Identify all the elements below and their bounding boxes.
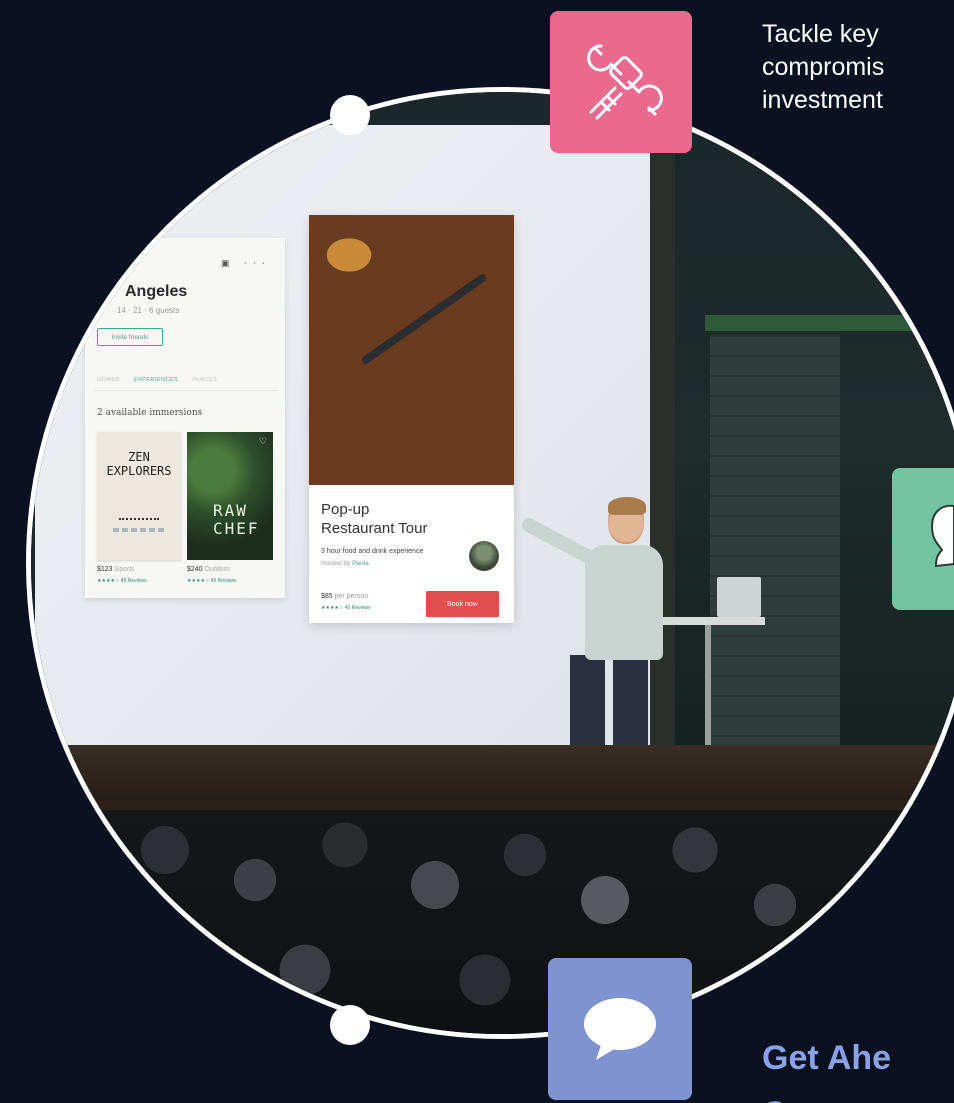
tour-description: 3 hour food and drink experience [321,548,424,555]
book-now-button: Book now [426,591,499,617]
item-price: $123 [97,566,113,573]
item-price-row: $123 Sports [97,566,135,573]
item-price: $240 [187,566,203,573]
intro-text: Tackle key compromis investment [762,18,954,117]
listing-card: ▣ ··· Angeles 14 · 21 · 6 guests Invite … [85,238,285,598]
heart-icon: ♡ [258,436,267,446]
chat-tile [548,958,692,1100]
tab-places: PLACES [192,377,218,383]
listing-tabs: HOMES EXPERIENCES PLACES [97,377,229,383]
intro-line: compromis [762,53,885,81]
laptop [717,577,761,617]
heading-line: Get Ahe [762,1039,892,1077]
audience [31,810,954,1034]
price-unit: per person [334,593,369,600]
water-illustration [113,528,165,532]
page: ▣ ··· Angeles 14 · 21 · 6 guests Invite … [0,0,954,1103]
presenter-hair [608,497,646,515]
heading-line: Conver [762,1086,891,1103]
avatar [469,541,499,571]
ring-dot-bottom [330,1005,370,1045]
section-heading: Get Ahe Conver [762,1030,891,1103]
brick-wall [710,335,840,755]
item-reviews: ★★★★☆ 45 Reviews [187,578,237,584]
tools-tile [550,11,692,153]
person-bubble-icon [930,504,954,568]
tour-host: Hosted by Paola [321,560,369,567]
intro-line: investment [762,86,883,114]
food-image [309,215,514,485]
tab-experiences: EXPERIENCES [133,377,179,383]
green-beam [705,315,954,331]
listing-title: Angeles [125,283,188,300]
people-tile [892,468,954,610]
tab-homes: HOMES [97,377,120,383]
item-reviews: ★★★★☆ 45 Reviews [97,578,147,584]
ring-dot-top [330,95,370,135]
host-prefix: Hosted by [321,560,351,567]
chat-bubble-icon [584,998,656,1060]
item-category: Sports [114,566,135,573]
tour-title: Pop-up Restaurant Tour [321,501,428,537]
host-name: Paola [352,560,369,567]
listing-subtitle: 14 · 21 · 6 guests [117,306,180,315]
available-count: 2 available immersions [97,408,203,418]
boat-illustration [119,518,159,523]
poster-zen-explorers: ZEN EXPLORERS [97,432,181,560]
poster-title: RAW CHEF [213,501,260,538]
wrench-fist-icon [587,44,663,120]
poster-title: ZEN EXPLORERS [106,450,172,478]
podium [655,617,765,625]
poster-raw-chef: ♡ RAW CHEF [187,432,273,560]
intro-line: Tackle key [762,20,879,48]
tour-price: $85 per person [321,593,368,600]
item-category: Outdoor [204,566,230,573]
price-value: $85 [321,593,333,600]
item-price-row: $240 Outdoor [187,566,230,573]
tour-card: Pop-up Restaurant Tour 3 hour food and dr… [309,215,514,623]
tour-reviews: ★★★★☆ 45 Reviews [321,605,371,611]
card-menu-icons: ▣ ··· [221,258,271,268]
presenter-torso [585,545,663,660]
podium-leg [705,625,711,755]
tab-divider [93,390,279,391]
conference-photo: ▣ ··· Angeles 14 · 21 · 6 guests Invite … [31,92,954,1034]
photo-ring: ▣ ··· Angeles 14 · 21 · 6 guests Invite … [26,87,954,1039]
invite-friends-button: Invite friends [97,328,163,346]
